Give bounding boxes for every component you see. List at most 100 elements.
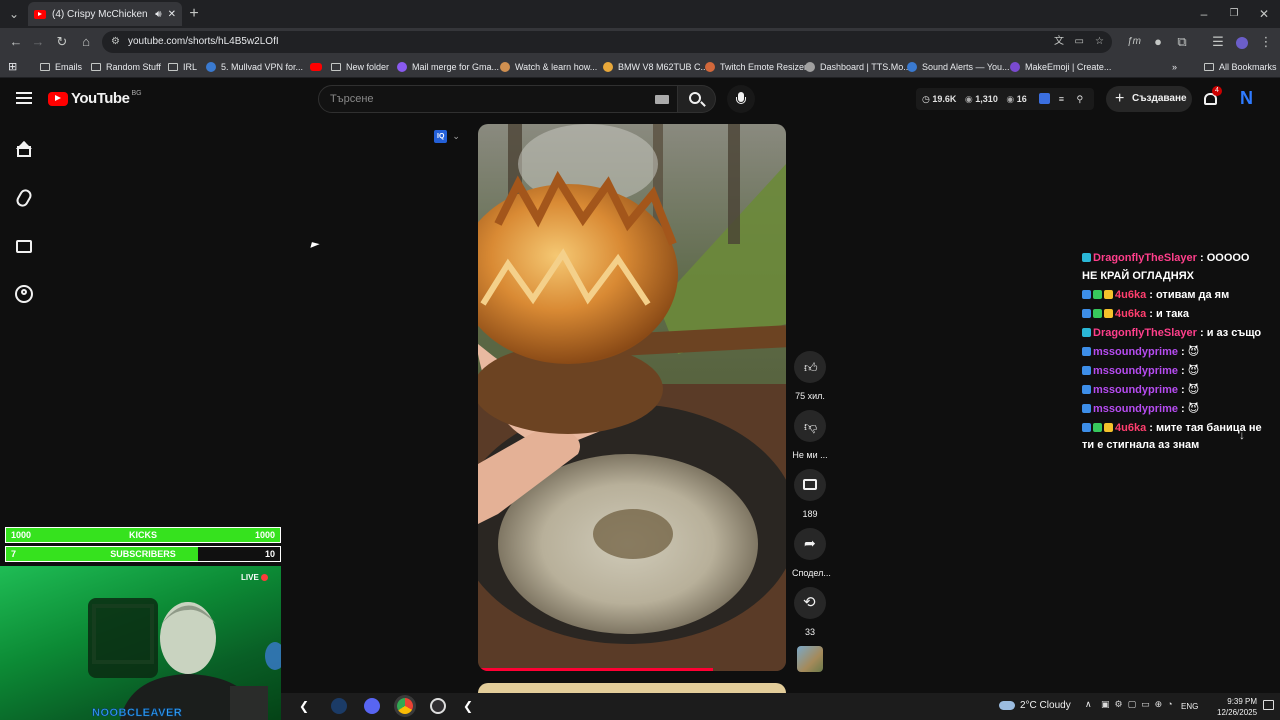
browser-menu-icon[interactable]: ⋮	[1254, 28, 1278, 56]
bookmark-label: BMW V8 M62TUB C...	[618, 62, 709, 72]
comments-button[interactable]: 189	[792, 469, 828, 519]
chat-username[interactable]: 4u6ka	[1115, 422, 1146, 434]
keyboard-icon[interactable]	[655, 95, 669, 104]
browser-tab-active[interactable]: (4) Crispy McChicken Upgr 🔊︎ ✕	[28, 2, 182, 26]
create-button[interactable]: + Създаване	[1106, 86, 1192, 112]
reload-icon[interactable]: ↻	[50, 28, 74, 56]
like-button[interactable]: 👍︎ 75 хил.	[792, 351, 828, 401]
extension-icon[interactable]: ●	[1146, 28, 1170, 56]
sidebar-item-home[interactable]	[14, 140, 34, 160]
close-window-button[interactable]: ✕	[1252, 0, 1276, 28]
bookmark-item[interactable]: IRL	[168, 56, 197, 78]
chat-badge-icon	[1104, 308, 1113, 318]
subscribers-label: SUBSCRIBERS	[110, 549, 176, 559]
bookmark-item[interactable]: Watch & learn how...	[500, 56, 597, 78]
sidebar-item-shorts[interactable]	[14, 187, 34, 209]
dislike-button[interactable]: 👎︎ Не ми ...	[792, 410, 828, 460]
chat-separator: :	[1177, 383, 1188, 396]
chat-message: mssoundyprime : 😈	[1082, 344, 1262, 362]
bookmark-star-icon[interactable]: ☆	[1095, 31, 1104, 53]
extension-badge-icon[interactable]	[1039, 93, 1051, 104]
clock[interactable]: 9:39 PM 12/26/2025	[1217, 696, 1257, 718]
speaker-icon[interactable]: 🔊︎	[155, 9, 161, 20]
chat-username[interactable]: DragonflyTheSlayer	[1093, 327, 1197, 339]
voice-search-button[interactable]	[727, 85, 755, 113]
obs-icon[interactable]	[430, 698, 446, 714]
sidebar-item-you[interactable]	[14, 284, 34, 304]
sound-thumbnail[interactable]	[797, 646, 823, 672]
chat-username[interactable]: 4u6ka	[1115, 289, 1146, 301]
pin-icon[interactable]: ⚲	[1077, 94, 1084, 104]
account-avatar[interactable]: N	[1240, 88, 1260, 110]
region-code: BG	[131, 90, 142, 97]
video-progress-bar[interactable]	[478, 668, 713, 671]
chat-username[interactable]: mssoundyprime	[1093, 403, 1178, 415]
chat-username[interactable]: mssoundyprime	[1093, 365, 1178, 377]
iq-extension-button[interactable]: IQ ⌄	[434, 130, 460, 143]
subscriptions-icon	[16, 240, 32, 253]
bookmark-item[interactable]: Sound Alerts — You...	[907, 56, 1010, 78]
sidebar-item-subscriptions[interactable]	[14, 236, 34, 256]
notifications-button[interactable]: 4	[1202, 86, 1222, 110]
back-icon[interactable]: ←	[4, 28, 28, 56]
language-indicator[interactable]: ENG	[1181, 702, 1198, 711]
kick-app-icon[interactable]: ❮	[463, 698, 479, 714]
remix-button[interactable]: ⟲ 33	[792, 587, 828, 637]
minimize-button[interactable]: –	[1192, 0, 1216, 28]
chrome-icon[interactable]	[397, 698, 413, 714]
bookmark-label: Dashboard | TTS.Mo...	[820, 62, 911, 72]
tray-icons[interactable]: ▣⚙▢▭⊕◔	[1101, 699, 1178, 710]
translate-icon[interactable]: 文	[1054, 31, 1064, 53]
dislike-label: Не ми ...	[792, 450, 828, 460]
queue-icon[interactable]: ≡	[1059, 94, 1064, 104]
youtube-logo[interactable]: YouTube BG	[48, 90, 142, 107]
bookmark-item[interactable]: BMW V8 M62TUB C...	[603, 56, 708, 78]
notifications-center-icon[interactable]	[1263, 700, 1274, 710]
extensions-puzzle-icon[interactable]: ⧉	[1170, 28, 1194, 56]
bookmark-item[interactable]: New folder	[331, 56, 389, 78]
next-short-preview[interactable]	[478, 683, 786, 693]
chat-username[interactable]: DragonflyTheSlayer	[1093, 252, 1197, 264]
bookmark-item[interactable]: Twitch Emote Resizer	[705, 56, 807, 78]
chat-username[interactable]: mssoundyprime	[1093, 384, 1178, 396]
bookmark-item[interactable]: 5. Mullvad VPN for...	[206, 56, 303, 78]
bookmark-item[interactable]: Random Stuff	[91, 56, 161, 78]
site-icon	[705, 62, 715, 72]
media-control-icon[interactable]: ☰	[1206, 28, 1230, 56]
tray-chevron-icon[interactable]: ∧	[1085, 699, 1092, 710]
share-button[interactable]: ➦ Сподел...	[792, 528, 831, 578]
bookmark-item[interactable]: MakeEmoji | Create...	[1010, 56, 1111, 78]
scroll-down-arrow-icon[interactable]: ↓	[1239, 428, 1245, 442]
close-tab-icon[interactable]: ✕	[168, 9, 176, 20]
address-bar[interactable]: ⚙ youtube.com/shorts/hL4B5w2LOfI 文 ▭ ☆	[102, 31, 1112, 53]
home-icon[interactable]: ⌂	[74, 28, 98, 56]
tab-search-button[interactable]: ⌄	[4, 0, 24, 28]
stream-chat-overlay: DragonflyTheSlayer : OOOOO НЕ КРАЙ ОГЛАД…	[1082, 250, 1262, 456]
kicks-goal: 1000	[254, 530, 275, 540]
forward-icon[interactable]: →	[26, 28, 50, 56]
steam-icon[interactable]	[331, 698, 347, 714]
taskbar-app-icon[interactable]: ❮	[299, 698, 315, 714]
maximize-button[interactable]: ❐	[1222, 0, 1246, 28]
hamburger-menu-icon[interactable]	[16, 92, 32, 104]
site-info-icon[interactable]: ⚙	[111, 31, 120, 53]
apps-grid-icon[interactable]: ⊞	[8, 56, 17, 78]
weather-widget[interactable]: 2°C Cloudy	[999, 700, 1071, 711]
bookmark-item[interactable]: Dashboard | TTS.Mo...	[805, 56, 911, 78]
chat-username[interactable]: 4u6ka	[1115, 308, 1146, 320]
bookmark-item[interactable]: Emails	[40, 56, 82, 78]
cast-icon[interactable]: ▭	[1075, 31, 1084, 53]
site-icon	[500, 62, 510, 72]
discord-icon[interactable]	[364, 698, 380, 714]
profile-avatar-icon[interactable]	[1230, 28, 1254, 56]
extension-ft-icon[interactable]: ƒт	[1122, 28, 1146, 56]
search-button[interactable]	[678, 85, 716, 113]
all-bookmarks-button[interactable]: All Bookmarks	[1204, 56, 1277, 78]
short-video-player[interactable]	[478, 124, 786, 671]
search-input[interactable]: Търсене	[318, 85, 678, 113]
bookmark-item[interactable]	[310, 56, 327, 78]
chat-username[interactable]: mssoundyprime	[1093, 346, 1178, 358]
new-tab-button[interactable]: +	[184, 0, 204, 28]
bookmark-item[interactable]: Mail merge for Gma...	[397, 56, 499, 78]
more-bookmarks-icon[interactable]: »	[1172, 56, 1177, 78]
